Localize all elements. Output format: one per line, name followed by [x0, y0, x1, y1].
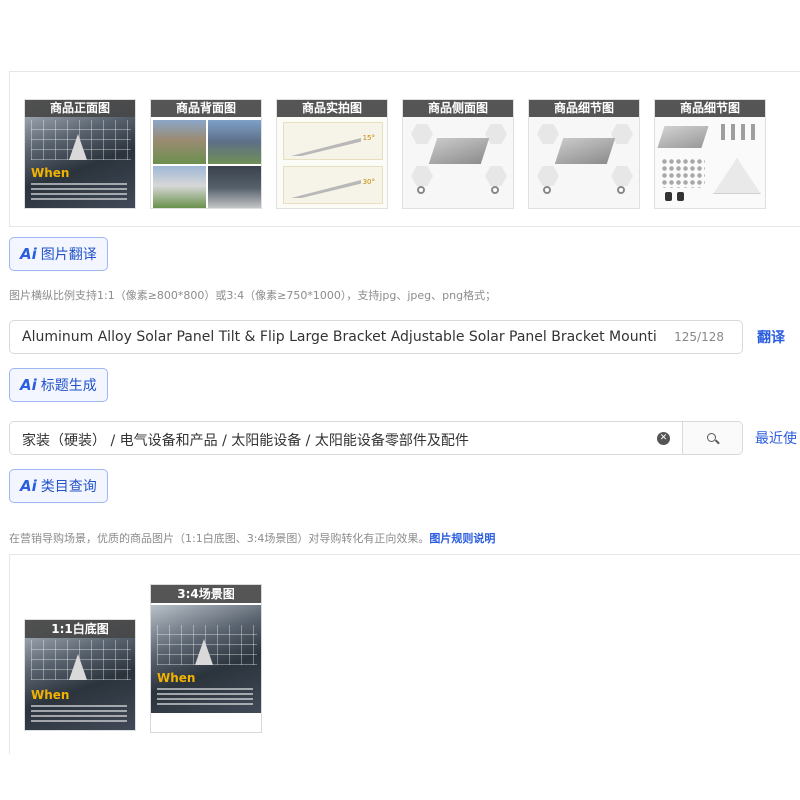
title-input-value[interactable]: Aluminum Alloy Solar Panel Tilt & Flip L…	[22, 329, 662, 345]
marketing-images-panel: When 1:1白底图 When 3:4场景图	[9, 554, 800, 754]
part-nuts	[661, 158, 705, 188]
overlay-text: When	[31, 688, 70, 702]
part-hex	[411, 166, 433, 186]
thumbnail-detail-2[interactable]: 商品细节图	[654, 99, 766, 209]
image-translate-button[interactable]: Ai 图片翻译	[9, 237, 108, 271]
clear-icon[interactable]: ✕	[657, 432, 670, 445]
part-plate	[554, 138, 616, 164]
part-bolt	[751, 124, 755, 140]
category-input-value[interactable]: 家装（硬装） / 电气设备和产品 / 太阳能设备 / 太阳能设备零部件及配件	[22, 430, 469, 450]
part-hex	[537, 166, 559, 186]
scene-image[interactable]: When 3:4场景图	[150, 584, 262, 733]
part-washer	[543, 186, 551, 194]
product-images-panel: When 商品正面图 商品背面图 15° 30° 商品实拍图 商品侧面图 商品细…	[9, 71, 800, 227]
thumbnail-front[interactable]: When 商品正面图	[24, 99, 136, 209]
thumbnail-caption: 商品细节图	[529, 100, 639, 117]
ai-icon: Ai	[20, 245, 37, 263]
title-input[interactable]: Aluminum Alloy Solar Panel Tilt & Flip L…	[9, 320, 743, 354]
overlay-lines	[31, 704, 127, 722]
part-hex	[611, 166, 633, 186]
part-triangle	[713, 158, 761, 194]
scene-image-photo: When	[151, 605, 261, 713]
photo-quadrant	[153, 166, 206, 208]
search-icon	[707, 433, 716, 442]
part-plate	[428, 138, 490, 164]
part-hex	[411, 124, 433, 144]
overlay-lines	[31, 182, 127, 200]
part-washer	[491, 186, 499, 194]
part-bolt	[741, 124, 745, 140]
title-generate-button[interactable]: Ai 标题生成	[9, 368, 108, 402]
angle-label: 15°	[362, 134, 375, 142]
part-knob	[665, 192, 672, 201]
thumbnail-side[interactable]: 商品侧面图	[402, 99, 514, 209]
part-plate	[657, 126, 709, 148]
part-hex	[485, 124, 507, 144]
title-translate-link[interactable]: 翻译	[757, 327, 785, 347]
thumbnail-caption: 商品侧面图	[403, 100, 513, 117]
photo-quadrant	[153, 120, 206, 164]
category-input[interactable]: 家装（硬装） / 电气设备和产品 / 太阳能设备 / 太阳能设备零部件及配件 ✕	[9, 421, 682, 455]
image-rules-link[interactable]: 图片规则说明	[429, 532, 495, 545]
part-hex	[611, 124, 633, 144]
thumbnail-real[interactable]: 15° 30° 商品实拍图	[276, 99, 388, 209]
overlay-text: When	[157, 671, 196, 685]
ai-icon: Ai	[20, 376, 37, 394]
thumbnail-caption: 商品细节图	[655, 100, 765, 117]
thumbnail-back[interactable]: 商品背面图	[150, 99, 262, 209]
photo-quadrant	[208, 120, 261, 164]
overlay-lines	[157, 687, 253, 705]
angle-label: 30°	[362, 178, 375, 186]
marketing-hint: 在营销导购场景，优质的商品图片（1:1白底图、3:4场景图）对导购转化有正向效果…	[9, 530, 495, 546]
scene-image-caption: 3:4场景图	[151, 585, 261, 603]
category-search-button[interactable]	[682, 421, 743, 455]
thumbnail-list: When 商品正面图 商品背面图 15° 30° 商品实拍图 商品侧面图 商品细…	[24, 99, 766, 209]
category-query-button[interactable]: Ai 类目查询	[9, 469, 108, 503]
image-format-hint: 图片横纵比例支持1:1（像素≥800*800）或3:4（像素≥750*1000）…	[9, 289, 497, 302]
square-image-caption: 1:1白底图	[25, 620, 135, 638]
thumbnail-caption: 商品背面图	[151, 100, 261, 117]
part-bolt	[721, 124, 725, 140]
title-char-count: 125/128	[674, 330, 724, 344]
part-hex	[485, 166, 507, 186]
part-bolt	[731, 124, 735, 140]
image-translate-label: 图片翻译	[40, 247, 97, 263]
part-hex	[537, 124, 559, 144]
part-knob	[677, 192, 684, 201]
ai-icon: Ai	[20, 477, 37, 495]
recent-categories-link[interactable]: 最近使	[755, 428, 797, 448]
part-washer	[617, 186, 625, 194]
square-white-image[interactable]: When 1:1白底图	[24, 619, 136, 731]
thumbnail-detail-1[interactable]: 商品细节图	[528, 99, 640, 209]
part-washer	[417, 186, 425, 194]
thumbnail-caption: 商品实拍图	[277, 100, 387, 117]
title-generate-label: 标题生成	[40, 378, 97, 394]
overlay-text: When	[31, 166, 70, 180]
photo-quadrant	[208, 166, 261, 208]
marketing-hint-text: 在营销导购场景，优质的商品图片（1:1白底图、3:4场景图）对导购转化有正向效果…	[9, 532, 430, 545]
category-query-label: 类目查询	[40, 479, 97, 495]
thumbnail-caption: 商品正面图	[25, 100, 135, 117]
